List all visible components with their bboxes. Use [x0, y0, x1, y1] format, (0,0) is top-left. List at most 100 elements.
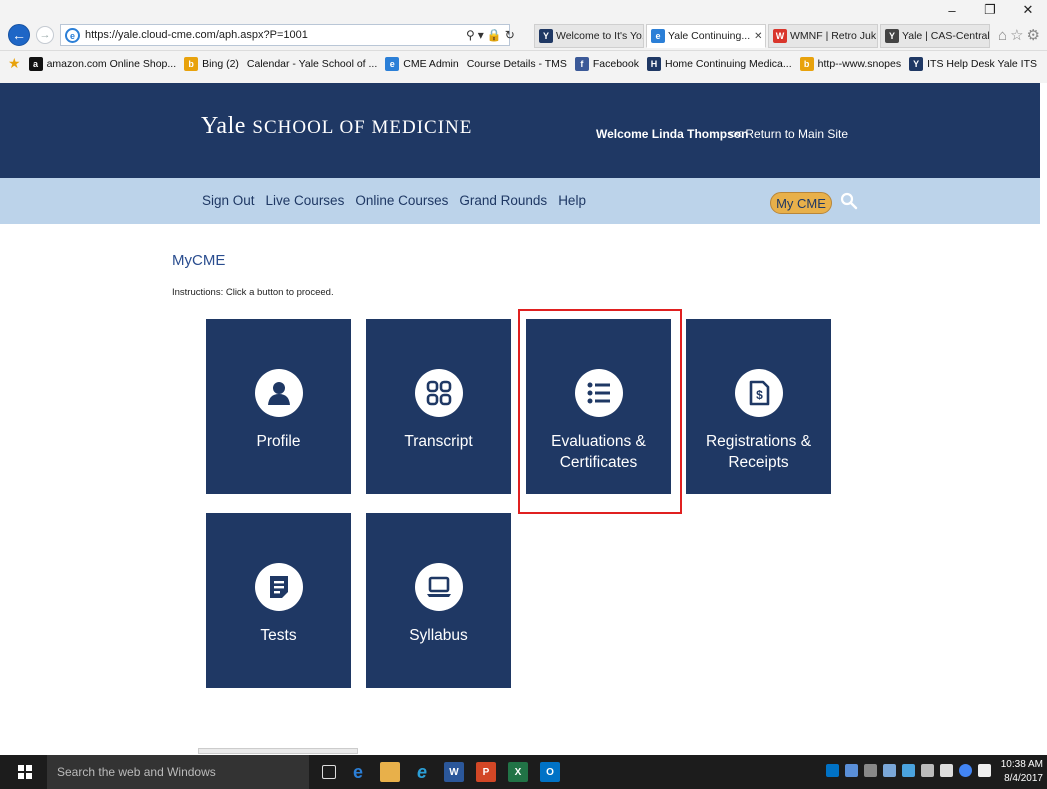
address-row: ← → e https://yale.cloud-cme.com/aph.asp… — [0, 22, 1047, 50]
logo-main: Yale — [201, 113, 246, 139]
tray-shield-icon[interactable] — [902, 764, 915, 777]
back-arrow-icon[interactable]: ← — [8, 24, 30, 46]
favorite-link[interactable]: Y ITS Help Desk Yale ITS — [909, 56, 1038, 71]
tab-close-icon[interactable]: ✕ — [754, 31, 762, 42]
browser-tab[interactable]: Y Welcome to It's Yo... — [534, 24, 644, 48]
welcome-text: Welcome Linda Thompson — [596, 127, 749, 141]
nav-link-grand-rounds[interactable]: Grand Rounds — [459, 193, 547, 208]
browser-tab[interactable]: W WMNF | Retro Juk... — [768, 24, 878, 48]
taskbar: Search the web and Windows e e W P X O 1… — [0, 755, 1047, 789]
search-icon[interactable] — [840, 192, 858, 210]
url-text: https://yale.cloud-cme.com/aph.aspx?P=10… — [85, 29, 308, 41]
window-controls: – ❐ ✕ — [933, 0, 1047, 20]
excel-icon[interactable]: X — [508, 762, 528, 782]
internet-explorer-icon[interactable]: e — [412, 762, 432, 782]
tray-network-icon[interactable] — [845, 764, 858, 777]
favorite-link[interactable]: b Bing (2) — [184, 56, 239, 71]
nav-links: Sign Out Live Courses Online Courses Grand … — [202, 193, 586, 208]
favorite-link[interactable]: Course Details - TMS — [467, 58, 567, 70]
tray-app-icon[interactable] — [864, 764, 877, 777]
system-tray — [826, 764, 991, 777]
tile-label: Transcript — [404, 433, 473, 450]
favorite-icon: e — [385, 56, 400, 71]
favorite-icon: H — [647, 56, 661, 71]
taskbar-search[interactable]: Search the web and Windows — [47, 755, 309, 789]
outlook-icon[interactable]: O — [540, 762, 560, 782]
address-tools[interactable]: ⚲▾🔒↻ — [466, 28, 518, 42]
favorite-icon: Y — [909, 56, 924, 71]
partial-element — [198, 748, 358, 754]
browser-tools[interactable]: ⌂☆⚙ — [998, 26, 1043, 44]
site-header: Yale SCHOOL OF MEDICINE Welcome Linda Th… — [0, 83, 1040, 178]
yale-logo[interactable]: Yale SCHOOL OF MEDICINE — [201, 113, 472, 140]
my-cme-button[interactable]: My CME — [770, 192, 832, 214]
favorite-link[interactable]: Calendar - Yale School of ... — [247, 58, 377, 70]
restore-icon[interactable]: ❐ — [971, 0, 1009, 20]
tab-favicon-icon: Y — [539, 29, 553, 43]
file-explorer-icon[interactable] — [380, 762, 400, 782]
tile-label: Registrations & Receipts — [705, 433, 812, 471]
favorite-link[interactable]: e CME Admin — [385, 56, 459, 71]
nav-link-online-courses[interactable]: Online Courses — [355, 193, 448, 208]
tile-laptop[interactable]: Syllabus — [366, 513, 511, 688]
favorite-label: Course Details - TMS — [466, 57, 567, 70]
favorite-link[interactable]: a amazon.com Online Shop... — [28, 56, 177, 71]
favorite-label: ITS Help Desk Yale ITS — [927, 57, 1038, 70]
tray-people-icon[interactable] — [883, 764, 896, 777]
minimize-icon[interactable]: – — [933, 0, 971, 20]
favorite-label: Home Continuing Medica... — [665, 57, 792, 70]
nav-link-live-courses[interactable]: Live Courses — [266, 193, 345, 208]
word-icon[interactable]: W — [444, 762, 464, 782]
favorites-bar: ★ a amazon.com Online Shop... b Bing (2) Cal… — [0, 50, 1047, 76]
favorite-label: amazon.com Online Shop... — [46, 57, 177, 70]
notifications-icon[interactable] — [978, 764, 991, 777]
powerpoint-icon[interactable]: P — [476, 762, 496, 782]
tray-chrome-icon[interactable] — [959, 764, 972, 777]
clock-time: 10:38 AM — [1000, 759, 1043, 770]
favorite-label: Calendar - Yale School of ... — [246, 57, 378, 70]
nav-link-sign-out[interactable]: Sign Out — [202, 193, 255, 208]
favorite-icon: b — [184, 56, 199, 71]
tab-label: Yale | CAS-Central ... — [902, 30, 990, 42]
highlight-box — [518, 309, 682, 514]
favorites-star-icon[interactable]: ★ — [8, 55, 21, 72]
browser-tab[interactable]: YYale | CAS-Central ... — [880, 24, 990, 48]
nav-link-help[interactable]: Help — [558, 193, 586, 208]
tile-label: Tests — [260, 627, 297, 644]
tab-label: Welcome to It's Yo... — [556, 30, 644, 42]
tray-outlook-icon[interactable] — [826, 764, 839, 777]
tab-strip: Y Welcome to It's Yo... e Yale Continuing..… — [534, 24, 990, 48]
logo-sub: SCHOOL OF MEDICINE — [252, 117, 473, 138]
tile-label: Profile — [256, 433, 301, 450]
tile-grid[interactable]: Transcript — [366, 319, 511, 494]
address-bar[interactable]: e https://yale.cloud-cme.com/aph.aspx?P=… — [60, 24, 510, 46]
task-view-icon[interactable] — [322, 765, 336, 779]
return-to-main-link[interactable]: << Return to Main Site — [728, 127, 848, 141]
favorite-label: CME Admin — [403, 57, 459, 70]
favorite-label: Facebook — [592, 57, 639, 70]
edge-icon[interactable]: e — [348, 762, 368, 782]
tile-receipt[interactable]: $ Registrations & Receipts — [686, 319, 831, 494]
favorite-icon: f — [574, 56, 589, 71]
favorite-label: Bing (2) — [202, 57, 239, 70]
favorite-icon: a — [28, 56, 43, 71]
tile-test[interactable]: Tests — [206, 513, 351, 688]
grid-icon — [414, 369, 463, 417]
tab-favicon-icon: e — [651, 29, 665, 43]
receipt-icon: $ — [734, 369, 783, 417]
tray-wifi-icon[interactable] — [921, 764, 934, 777]
favorite-link[interactable]: H Home Continuing Medica... — [647, 56, 792, 71]
close-icon[interactable]: ✕ — [1009, 0, 1047, 20]
main-nav: Sign Out Live Courses Online Courses Grand … — [0, 178, 1040, 224]
clock-date: 8/4/2017 — [1004, 773, 1043, 784]
favorite-link[interactable]: b http--www.snopes — [799, 56, 901, 71]
tile-user[interactable]: Profile — [206, 319, 351, 494]
test-icon — [254, 563, 303, 611]
windows-start-icon[interactable] — [18, 765, 32, 779]
volume-icon[interactable] — [940, 764, 953, 777]
forward-arrow-icon[interactable]: → — [36, 26, 54, 44]
clock[interactable]: 10:38 AM 8/4/2017 — [1001, 758, 1043, 786]
favorite-link[interactable]: f Facebook — [574, 56, 639, 71]
tab-favicon-icon: Y — [885, 29, 899, 43]
browser-tab[interactable]: e Yale Continuing... ✕ — [646, 24, 766, 48]
